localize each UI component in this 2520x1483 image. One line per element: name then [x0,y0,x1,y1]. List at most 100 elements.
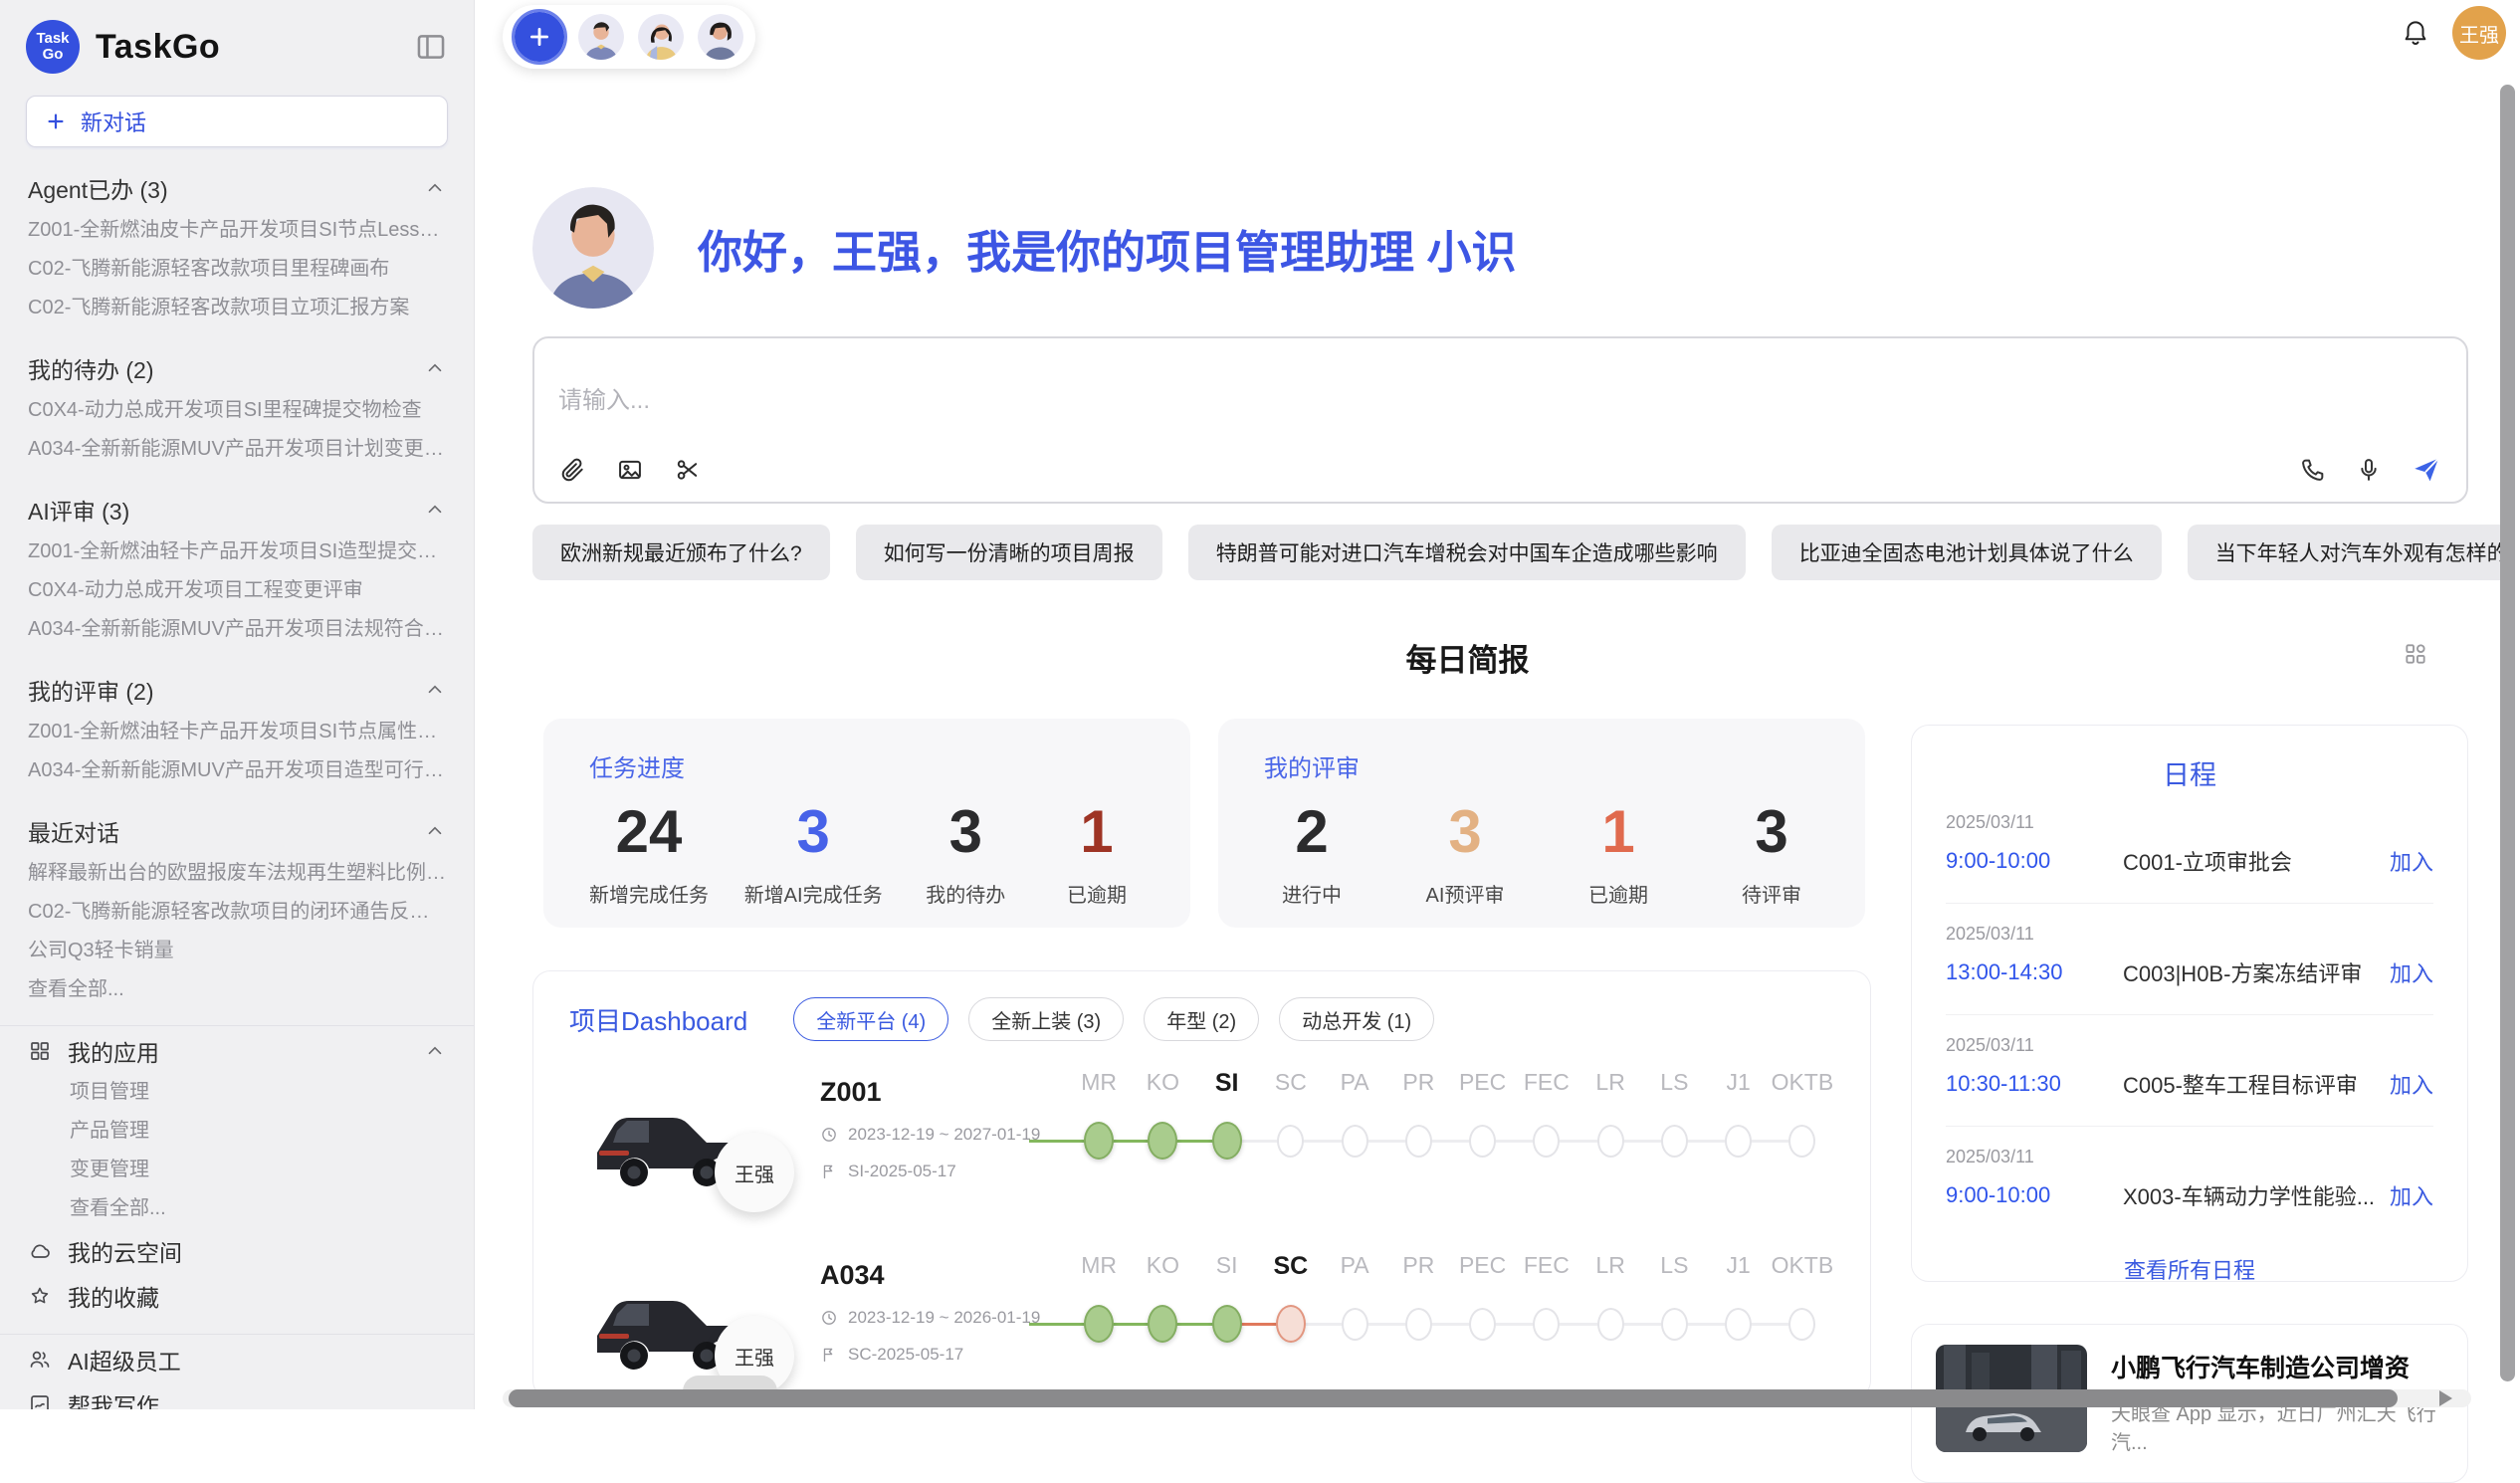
sidebar-item-help-write[interactable]: 帮我写作 [26,1381,448,1409]
recent-chat-item[interactable]: 查看全部... [26,970,448,1009]
recent-chat-item[interactable]: C02-飞腾新能源轻客改款项目的闭环通告反馈情况 [26,893,448,932]
app-item[interactable]: 项目管理 [26,1073,448,1112]
stat-columns: 2 进行中 3 AI预评审 1 已逾期 [1264,799,1819,908]
sidebar-task-item[interactable]: A034-全新新能源MUV产品开发项目法规符合性评审 [26,610,448,649]
sidebar-section: AI评审 (3) Z001-全新燃油轻卡产品开发项目SI造型提交物评审 C0X4… [26,493,448,649]
milestone-label: LR [1578,1069,1642,1098]
sidebar-item-ai-employee[interactable]: AI超级员工 [26,1337,448,1381]
sidebar-task-item[interactable]: Z001-全新燃油皮卡产品开发项目SI节点Lesson Learn报告 [26,211,448,250]
agent-avatar[interactable] [638,14,684,60]
filter-pill[interactable]: 全新平台 (4) [793,997,948,1041]
stat-column: 2 进行中 [1264,799,1360,908]
recent-chat-item[interactable]: 公司Q3轻卡销量 [26,932,448,970]
join-meeting-link[interactable]: 加入 [2390,956,2433,988]
chevron-up-icon[interactable] [424,499,446,521]
milestone-label: KO [1131,1252,1194,1281]
sidebar-section: 我的评审 (2) Z001-全新燃油轻卡产品开发项目SI节点属性5D文件评审 A… [26,673,448,790]
filter-pill[interactable]: 全新上装 (3) [968,997,1124,1041]
app-item[interactable]: 变更管理 [26,1151,448,1189]
suggestion-chip[interactable]: 如何写一份清晰的项目周报 [856,525,1162,580]
agent-avatar[interactable] [698,14,743,60]
milestone-label: MR [1067,1252,1131,1281]
attach-icon[interactable] [558,456,586,484]
chevron-up-icon[interactable] [424,679,446,701]
filter-pill[interactable]: 年型 (2) [1144,997,1259,1041]
add-agent-button[interactable] [515,12,564,62]
agent-avatar[interactable] [578,14,624,60]
sidebar-section-header[interactable]: 我的评审 (2) [28,673,446,707]
sidebar-task-item[interactable]: Z001-全新燃油轻卡产品开发项目SI造型提交物评审 [26,532,448,571]
suggestion-chip[interactable]: 特朗普可能对进口汽车增税会对中国车企造成哪些影响 [1188,525,1746,580]
sidebar-task-item[interactable]: A034-全新新能源MUV产品开发项目计划变更表编写 [26,430,448,469]
filter-pill[interactable]: 动总开发 (1) [1279,997,1434,1041]
join-meeting-link[interactable]: 加入 [2390,845,2433,877]
milestone-label: SC [1259,1252,1323,1281]
recent-chats-title: 最近对话 [28,814,119,848]
chevron-up-icon[interactable] [424,1040,446,1062]
scissors-icon[interactable] [674,456,702,484]
join-meeting-link[interactable]: 加入 [2390,1068,2433,1100]
plus-icon [45,110,67,132]
milestone-dot [1277,1125,1304,1158]
sidebar-divider [0,1334,474,1335]
send-icon[interactable] [2411,454,2442,486]
milestone-node[interactable] [1771,1303,1834,1345]
sidebar-section-header[interactable]: 我的待办 (2) [28,351,446,385]
milestone-label: PR [1386,1069,1450,1098]
app-item[interactable]: 产品管理 [26,1112,448,1151]
suggestion-chip[interactable]: 欧洲新规最近颁布了什么? [532,525,830,580]
chat-input[interactable] [558,354,2442,454]
my-apps-header[interactable]: 我的应用 [26,1028,448,1073]
view-all-schedule-link[interactable]: 查看所有日程 [1946,1253,2433,1285]
horizontal-scrollbar-thumb[interactable] [509,1389,2398,1407]
sidebar-item-favorites[interactable]: 我的收藏 [26,1273,448,1318]
suggestion-chip[interactable]: 当下年轻人对汽车外观有怎样的喜好趋势 [2188,525,2513,580]
sidebar-task-item[interactable]: Z001-全新燃油轻卡产品开发项目SI节点属性5D文件评审 [26,713,448,751]
sidebar-task-item[interactable]: C0X4-动力总成开发项目SI里程碑提交物检查 [26,391,448,430]
milestone-node[interactable] [1771,1120,1834,1162]
user-avatar[interactable]: 王强 [2452,6,2506,60]
new-chat-button[interactable]: 新对话 [26,96,448,147]
vertical-scrollbar[interactable] [2500,85,2515,1381]
briefing-cards: 任务进度 24 新增完成任务 3 新增AI完成任务 [543,719,1865,928]
horizontal-scrollbar-track[interactable] [503,1389,2471,1407]
recent-chats-list: 解释最新出台的欧盟报废车法规再生塑料比例被调至15%... C02-飞腾新能源轻… [26,854,448,1009]
schedule-time: 13:00-14:30 [1946,959,2123,985]
milestone-dot [1597,1125,1624,1158]
stat-value: 2 [1264,799,1360,865]
chevron-up-icon[interactable] [424,357,446,379]
join-meeting-link[interactable]: 加入 [2390,1179,2433,1211]
recent-chats-header[interactable]: 最近对话 [28,814,446,848]
stat-value: 1 [1571,799,1666,865]
milestone-label: PA [1323,1252,1386,1281]
sidebar-section: Agent已办 (3) Z001-全新燃油皮卡产品开发项目SI节点Lesson … [26,171,448,327]
recent-chat-item[interactable]: 解释最新出台的欧盟报废车法规再生塑料比例被调至15%... [26,854,448,893]
sidebar-section-header[interactable]: AI评审 (3) [28,493,446,527]
sidebar-task-item[interactable]: A034-全新新能源MUV产品开发项目造型可行性评审 [26,751,448,790]
suggestion-chip[interactable]: 比亚迪全固态电池计划具体说了什么 [1772,525,2162,580]
sidebar-task-item[interactable]: C02-飞腾新能源轻客改款项目立项汇报方案 [26,289,448,327]
dashboard-title: 项目Dashboard [569,1001,747,1038]
cloud-space-label: 我的云空间 [68,1234,182,1268]
project-row[interactable]: 王强 Z001 2023-12-19 ~ 2027-01-19 SI-2025-… [569,1067,1834,1224]
stat-columns: 24 新增完成任务 3 新增AI完成任务 3 我的待办 [589,799,1145,908]
notifications-bell-icon[interactable] [2401,18,2430,48]
stat-value: 3 [918,799,1013,865]
stat-card: 我的评审 2 进行中 3 AI预评审 [1218,719,1865,928]
image-icon[interactable] [616,456,644,484]
sidebar-item-cloud-space[interactable]: 我的云空间 [26,1228,448,1273]
phone-icon[interactable] [2299,456,2327,484]
milestone-label: FEC [1515,1252,1578,1281]
scroll-right-arrow-icon[interactable] [2439,1390,2452,1406]
sidebar-section-header[interactable]: Agent已办 (3) [28,171,446,205]
sidebar-task-item[interactable]: C0X4-动力总成开发项目工程变更评审 [26,571,448,610]
chevron-up-icon[interactable] [424,177,446,199]
chevron-up-icon[interactable] [424,820,446,842]
sidebar-task-item[interactable]: C02-飞腾新能源轻客改款项目里程碑画布 [26,250,448,289]
app-logo: Task Go [26,20,80,74]
briefing-layout-icon[interactable] [2403,641,2428,667]
microphone-icon[interactable] [2355,456,2383,484]
stat-value: 3 [744,799,883,865]
app-item[interactable]: 查看全部... [26,1189,448,1228]
sidebar-collapse-icon[interactable] [414,30,448,64]
